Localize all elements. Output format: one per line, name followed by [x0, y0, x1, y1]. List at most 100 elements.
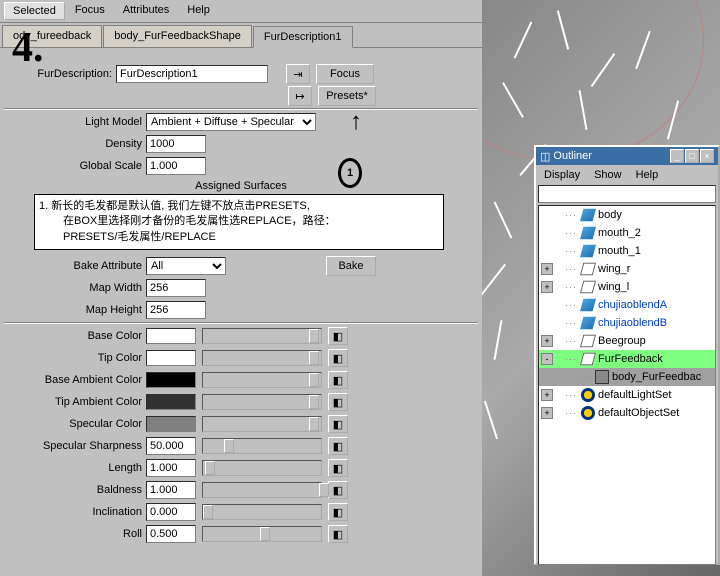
outliner-help-menu[interactable]: Help: [630, 167, 665, 183]
furdescription-input[interactable]: [116, 65, 268, 83]
empty-icon: [580, 263, 596, 276]
spec-map-button[interactable]: ◧: [328, 415, 348, 433]
base-slider[interactable]: [202, 328, 322, 344]
sharp-slider[interactable]: [202, 438, 322, 454]
tree-connector: ···: [555, 282, 581, 292]
expand-toggle[interactable]: +: [541, 407, 553, 419]
expand-toggle[interactable]: +: [541, 389, 553, 401]
outliner-item-wing_l[interactable]: +··· wing_l: [539, 278, 715, 296]
tamb-slider[interactable]: [202, 394, 322, 410]
base-map-button[interactable]: ◧: [328, 327, 348, 345]
outliner-item-label: Beegroup: [598, 335, 646, 347]
spec-swatch[interactable]: [146, 416, 196, 432]
outliner-item-wing_r[interactable]: +···wing_r: [539, 260, 715, 278]
outliner-item-Beegroup[interactable]: +···Beegroup: [539, 332, 715, 350]
empty-icon: [580, 353, 596, 366]
bamb-map-button[interactable]: ◧: [328, 371, 348, 389]
bake-button[interactable]: Bake: [326, 256, 376, 276]
globalscale-input[interactable]: [146, 157, 206, 175]
outliner-item-FurFeedback[interactable]: -···FurFeedback: [539, 350, 715, 368]
grp-icon: [595, 370, 609, 384]
tree-connector: ···: [555, 390, 581, 400]
bamb-swatch[interactable]: [146, 372, 196, 388]
spec-slider[interactable]: [202, 416, 322, 432]
inc-label: Inclination: [4, 506, 146, 518]
bake-select[interactable]: All: [146, 257, 226, 275]
tab-feedbackshape[interactable]: body_FurFeedbackShape: [103, 25, 252, 47]
roll-input[interactable]: [146, 525, 196, 543]
density-input[interactable]: [146, 135, 206, 153]
close-button[interactable]: ×: [700, 149, 714, 163]
outliner-item-chujiaoblendA[interactable]: ···chujiaoblendA: [539, 296, 715, 314]
outliner-tree[interactable]: ···body···mouth_2···mouth_1+···wing_r+··…: [538, 205, 716, 565]
nav-in-button[interactable]: ⇥: [286, 64, 310, 84]
tab-bar: ody_fureedback body_FurFeedbackShape Fur…: [0, 23, 482, 48]
outliner-item-label: wing_l: [598, 281, 629, 293]
tree-connector: ···: [555, 300, 581, 310]
expand-toggle[interactable]: +: [541, 263, 553, 275]
outliner-item-defaultObjectSet[interactable]: +···defaultObjectSet: [539, 404, 715, 422]
tab-furdescription[interactable]: FurDescription1: [253, 26, 353, 48]
nav-out-button[interactable]: ↦: [288, 86, 312, 106]
roll-slider[interactable]: [202, 526, 322, 542]
tamb-swatch[interactable]: [146, 394, 196, 410]
tree-connector: ···: [555, 318, 581, 328]
outliner-item-label: mouth_2: [598, 227, 641, 239]
mapwidth-input[interactable]: [146, 279, 206, 297]
expand-toggle[interactable]: +: [541, 281, 553, 293]
roll-map-button[interactable]: ◧: [328, 525, 348, 543]
tamb-map-button[interactable]: ◧: [328, 393, 348, 411]
menu-attributes[interactable]: Attributes: [115, 2, 177, 20]
outliner-show-menu[interactable]: Show: [588, 167, 628, 183]
bamb-slider[interactable]: [202, 372, 322, 388]
inc-map-button[interactable]: ◧: [328, 503, 348, 521]
bake-label: Bake Attribute: [4, 260, 146, 272]
inc-input[interactable]: [146, 503, 196, 521]
bald-input[interactable]: [146, 481, 196, 499]
outliner-item-body[interactable]: ···body: [539, 206, 715, 224]
menu-selected[interactable]: Selected: [4, 2, 65, 20]
len-slider[interactable]: [202, 460, 322, 476]
menu-help[interactable]: Help: [179, 2, 218, 20]
inc-slider[interactable]: [202, 504, 322, 520]
outliner-display-menu[interactable]: Display: [538, 167, 586, 183]
minimize-button[interactable]: _: [670, 149, 684, 163]
empty-icon: [580, 335, 596, 348]
len-map-button[interactable]: ◧: [328, 459, 348, 477]
outliner-item-chujiaoblendB[interactable]: ···chujiaoblendB: [539, 314, 715, 332]
bald-label: Baldness: [4, 484, 146, 496]
bald-slider[interactable]: [202, 482, 322, 498]
lightmodel-select[interactable]: Ambient + Diffuse + Specular: [146, 113, 316, 131]
outliner-filter[interactable]: [538, 185, 716, 203]
maximize-button[interactable]: □: [685, 149, 699, 163]
sharp-map-button[interactable]: ◧: [328, 437, 348, 455]
menu-focus[interactable]: Focus: [67, 2, 113, 20]
tip-label: Tip Color: [4, 352, 146, 364]
sharp-input[interactable]: [146, 437, 196, 455]
outliner-item-mouth_2[interactable]: ···mouth_2: [539, 224, 715, 242]
mapheight-input[interactable]: [146, 301, 206, 319]
tip-slider[interactable]: [202, 350, 322, 366]
outliner-item-mouth_1[interactable]: ···mouth_1: [539, 242, 715, 260]
spec-label: Specular Color: [4, 418, 146, 430]
tip-swatch[interactable]: [146, 350, 196, 366]
outliner-item-label: body_FurFeedbac: [612, 371, 701, 383]
tree-connector: ···: [569, 372, 595, 382]
outliner-item-body_FurFeedbac[interactable]: ··· body_FurFeedbac: [539, 368, 715, 386]
presets-button[interactable]: Presets*: [318, 86, 376, 106]
bald-map-button[interactable]: ◧: [328, 481, 348, 499]
mapheight-label: Map Height: [4, 304, 146, 316]
outliner-icon: ◫: [540, 150, 550, 163]
focus-button[interactable]: Focus: [316, 64, 374, 84]
outliner-titlebar[interactable]: ◫ Outliner _ □ ×: [536, 147, 718, 165]
tree-connector: ···: [555, 264, 581, 274]
outliner-item-defaultLightSet[interactable]: +···defaultLightSet: [539, 386, 715, 404]
base-swatch[interactable]: [146, 328, 196, 344]
outliner-item-label: body: [598, 209, 622, 221]
len-input[interactable]: [146, 459, 196, 477]
expand-toggle[interactable]: -: [541, 353, 553, 365]
outliner-window[interactable]: ◫ Outliner _ □ × Display Show Help ···bo…: [534, 145, 720, 565]
tip-map-button[interactable]: ◧: [328, 349, 348, 367]
expand-toggle[interactable]: +: [541, 335, 553, 347]
annotation-step-4: 4.: [12, 24, 44, 72]
